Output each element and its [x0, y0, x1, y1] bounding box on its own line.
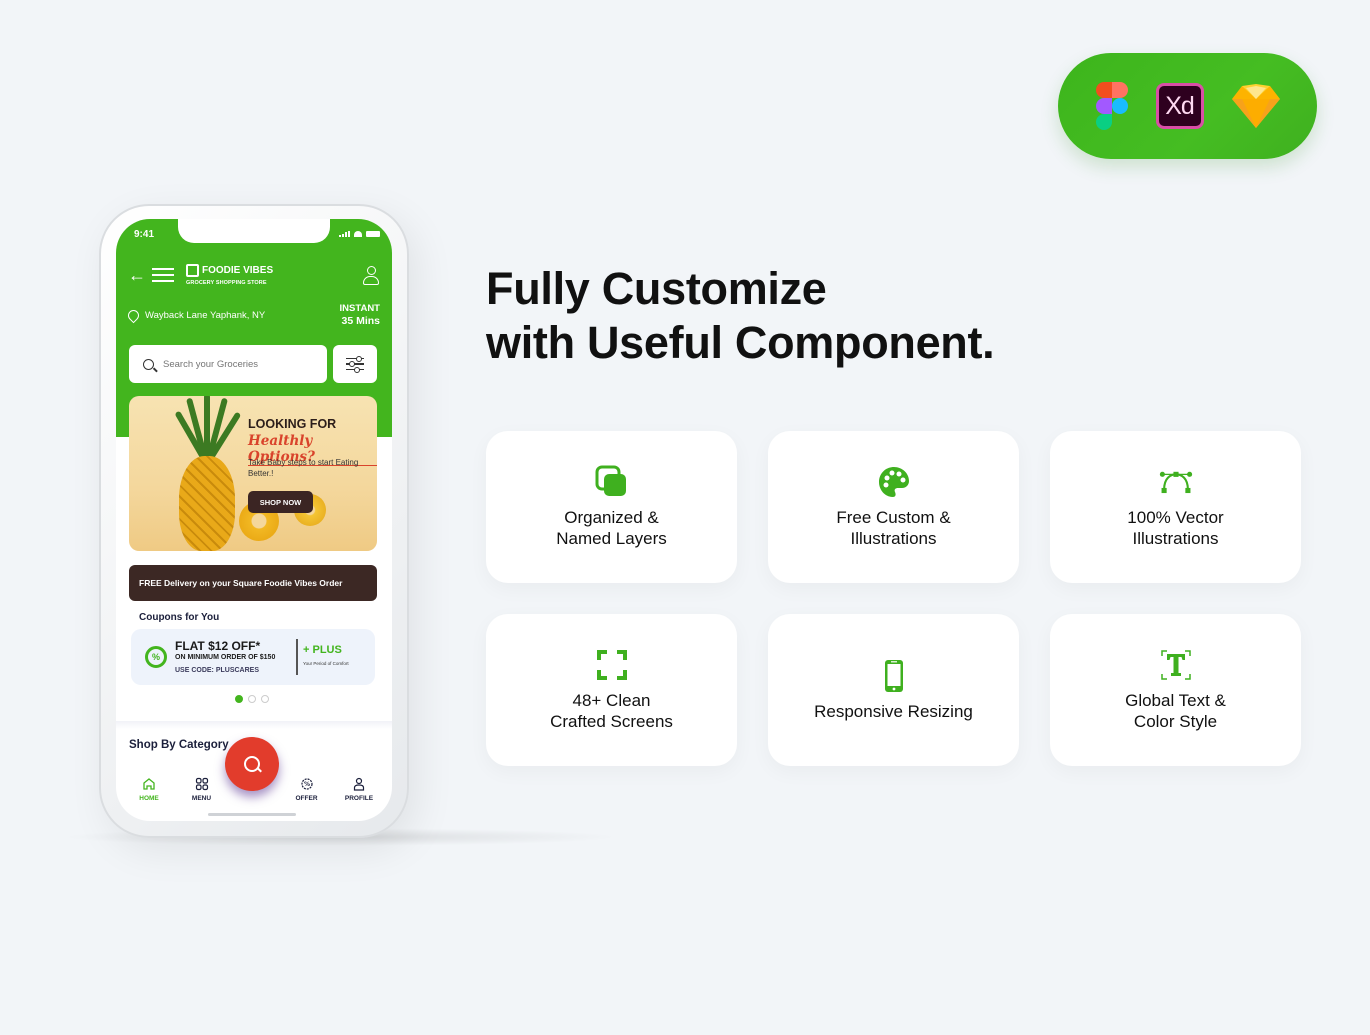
- profile-icon: [353, 777, 365, 791]
- carousel-dot[interactable]: [235, 695, 243, 703]
- discount-badge-icon: %: [145, 646, 167, 668]
- delivery-location: Wayback Lane Yaphank, NY: [145, 309, 266, 321]
- nav-menu-label: MENU: [191, 795, 212, 802]
- signal-icon: [339, 231, 350, 237]
- feature-card: 100% Vector Illustrations: [1050, 431, 1301, 583]
- home-indicator: [208, 813, 296, 816]
- coupons-heading: Coupons for You: [139, 612, 220, 623]
- eta-value: 35 Mins: [341, 315, 380, 327]
- promo-description: Take Baby steps to start Eating Better.!: [248, 458, 359, 478]
- battery-icon: [366, 231, 380, 237]
- box-logo-icon: [186, 264, 199, 277]
- feature-card: Global Text & Color Style: [1050, 614, 1301, 766]
- figma-icon: [1095, 82, 1128, 130]
- layers-icon: [595, 465, 626, 496]
- promo-banner[interactable]: LOOKING FOR Healthly Options? Take Baby …: [129, 396, 377, 551]
- design-tools-badge: Xd: [1058, 53, 1317, 159]
- headline-line-1: Fully Customize: [486, 263, 827, 314]
- text-style-icon: [1160, 650, 1191, 680]
- coupon-card[interactable]: % FLAT $12 OFF* ON MINIMUM ORDER OF $150…: [131, 629, 375, 685]
- palette-icon: [878, 467, 909, 497]
- delivery-eta: INSTANT 35 Mins: [340, 303, 380, 327]
- brand-subtitle: GROCERY SHOPPING STORE: [186, 280, 267, 286]
- wifi-icon: [354, 231, 362, 237]
- sketch-icon: [1231, 84, 1280, 128]
- free-delivery-banner[interactable]: FREE Delivery on your Square Foodie Vibe…: [129, 565, 377, 601]
- search-icon: [244, 756, 260, 772]
- adobe-xd-icon: Xd: [1155, 83, 1204, 129]
- nav-offer-label: OFFER: [295, 795, 318, 802]
- search-input[interactable]: [163, 358, 313, 370]
- headline-line-2: with Useful Component.: [486, 317, 995, 368]
- feature-label: Free Custom & Illustrations: [836, 508, 951, 548]
- user-account-icon[interactable]: [362, 266, 380, 285]
- nav-profile[interactable]: PROFILE: [336, 769, 382, 821]
- eta-label: INSTANT: [339, 303, 380, 314]
- feature-label: Global Text & Color Style: [1125, 691, 1226, 731]
- nav-home-label: HOME: [139, 795, 159, 802]
- section-divider: [116, 721, 392, 729]
- status-time: 9:41: [134, 229, 155, 240]
- feature-card: 48+ Clean Crafted Screens: [486, 614, 737, 766]
- feature-grid: Organized & Named Layers Free Custom & I…: [486, 431, 1301, 766]
- fullscreen-frame-icon: [596, 650, 627, 680]
- carousel-dot[interactable]: [261, 695, 269, 703]
- page-headline: Fully Customize with Useful Component.: [486, 262, 995, 370]
- feature-label: 48+ Clean Crafted Screens: [550, 691, 673, 731]
- brand-name: FOODIE VIBES: [202, 265, 274, 276]
- search-bar[interactable]: [129, 345, 327, 383]
- feature-label: Organized & Named Layers: [556, 508, 667, 548]
- location-row[interactable]: Wayback Lane Yaphank, NY INSTANT 35 Mins: [125, 303, 380, 327]
- phone-notch: [178, 219, 330, 243]
- home-icon: [143, 778, 155, 790]
- feature-card: Free Custom & Illustrations: [768, 431, 1019, 583]
- shop-now-button[interactable]: SHOP NOW: [248, 491, 313, 513]
- feature-card: Organized & Named Layers: [486, 431, 737, 583]
- location-pin-icon: [125, 307, 142, 323]
- nav-home[interactable]: HOME: [126, 769, 172, 821]
- carousel-indicator: [235, 695, 269, 703]
- back-arrow-icon[interactable]: ←: [128, 266, 148, 284]
- svg-text:%: %: [303, 781, 309, 788]
- status-icons: [339, 231, 380, 237]
- filter-button[interactable]: [333, 345, 377, 383]
- nav-profile-label: PROFILE: [344, 795, 374, 802]
- search-icon: [143, 358, 154, 370]
- feature-card: Responsive Resizing: [768, 614, 1019, 766]
- hamburger-menu-icon[interactable]: [152, 268, 174, 282]
- shop-by-category-heading: Shop By Category: [129, 739, 229, 751]
- coupon-code: USE CODE: PLUSCARES: [175, 667, 260, 674]
- feature-label: Responsive Resizing: [814, 701, 973, 721]
- app-header: ← FOODIE VIBES GROCERY SHOPPING STORE: [128, 263, 380, 287]
- carousel-dot[interactable]: [248, 695, 256, 703]
- brand-logo: FOODIE VIBES GROCERY SHOPPING STORE: [186, 264, 273, 286]
- bezier-curve-icon: [1159, 471, 1192, 494]
- search-fab-button[interactable]: [225, 737, 279, 791]
- plus-label: + PLUS: [303, 644, 342, 656]
- coupon-divider: [296, 639, 298, 675]
- coupon-headline: FLAT $12 OFF*: [175, 639, 261, 653]
- plus-subtitle: Your Period of Comfort: [303, 661, 349, 666]
- phone-screen: 9:41 ← FOODIE VIBES GROCERY SHOPPING STO…: [116, 219, 392, 821]
- grid-icon: [195, 777, 208, 791]
- pineapple-image: [173, 396, 243, 551]
- smartphone-icon: [884, 659, 903, 692]
- feature-label: 100% Vector Illustrations: [1127, 508, 1224, 548]
- offer-icon: %: [300, 778, 313, 790]
- filter-slider-icon: [346, 356, 364, 361]
- coupon-condition: ON MINIMUM ORDER OF $150: [175, 654, 276, 661]
- promo-title: LOOKING FOR: [248, 417, 337, 431]
